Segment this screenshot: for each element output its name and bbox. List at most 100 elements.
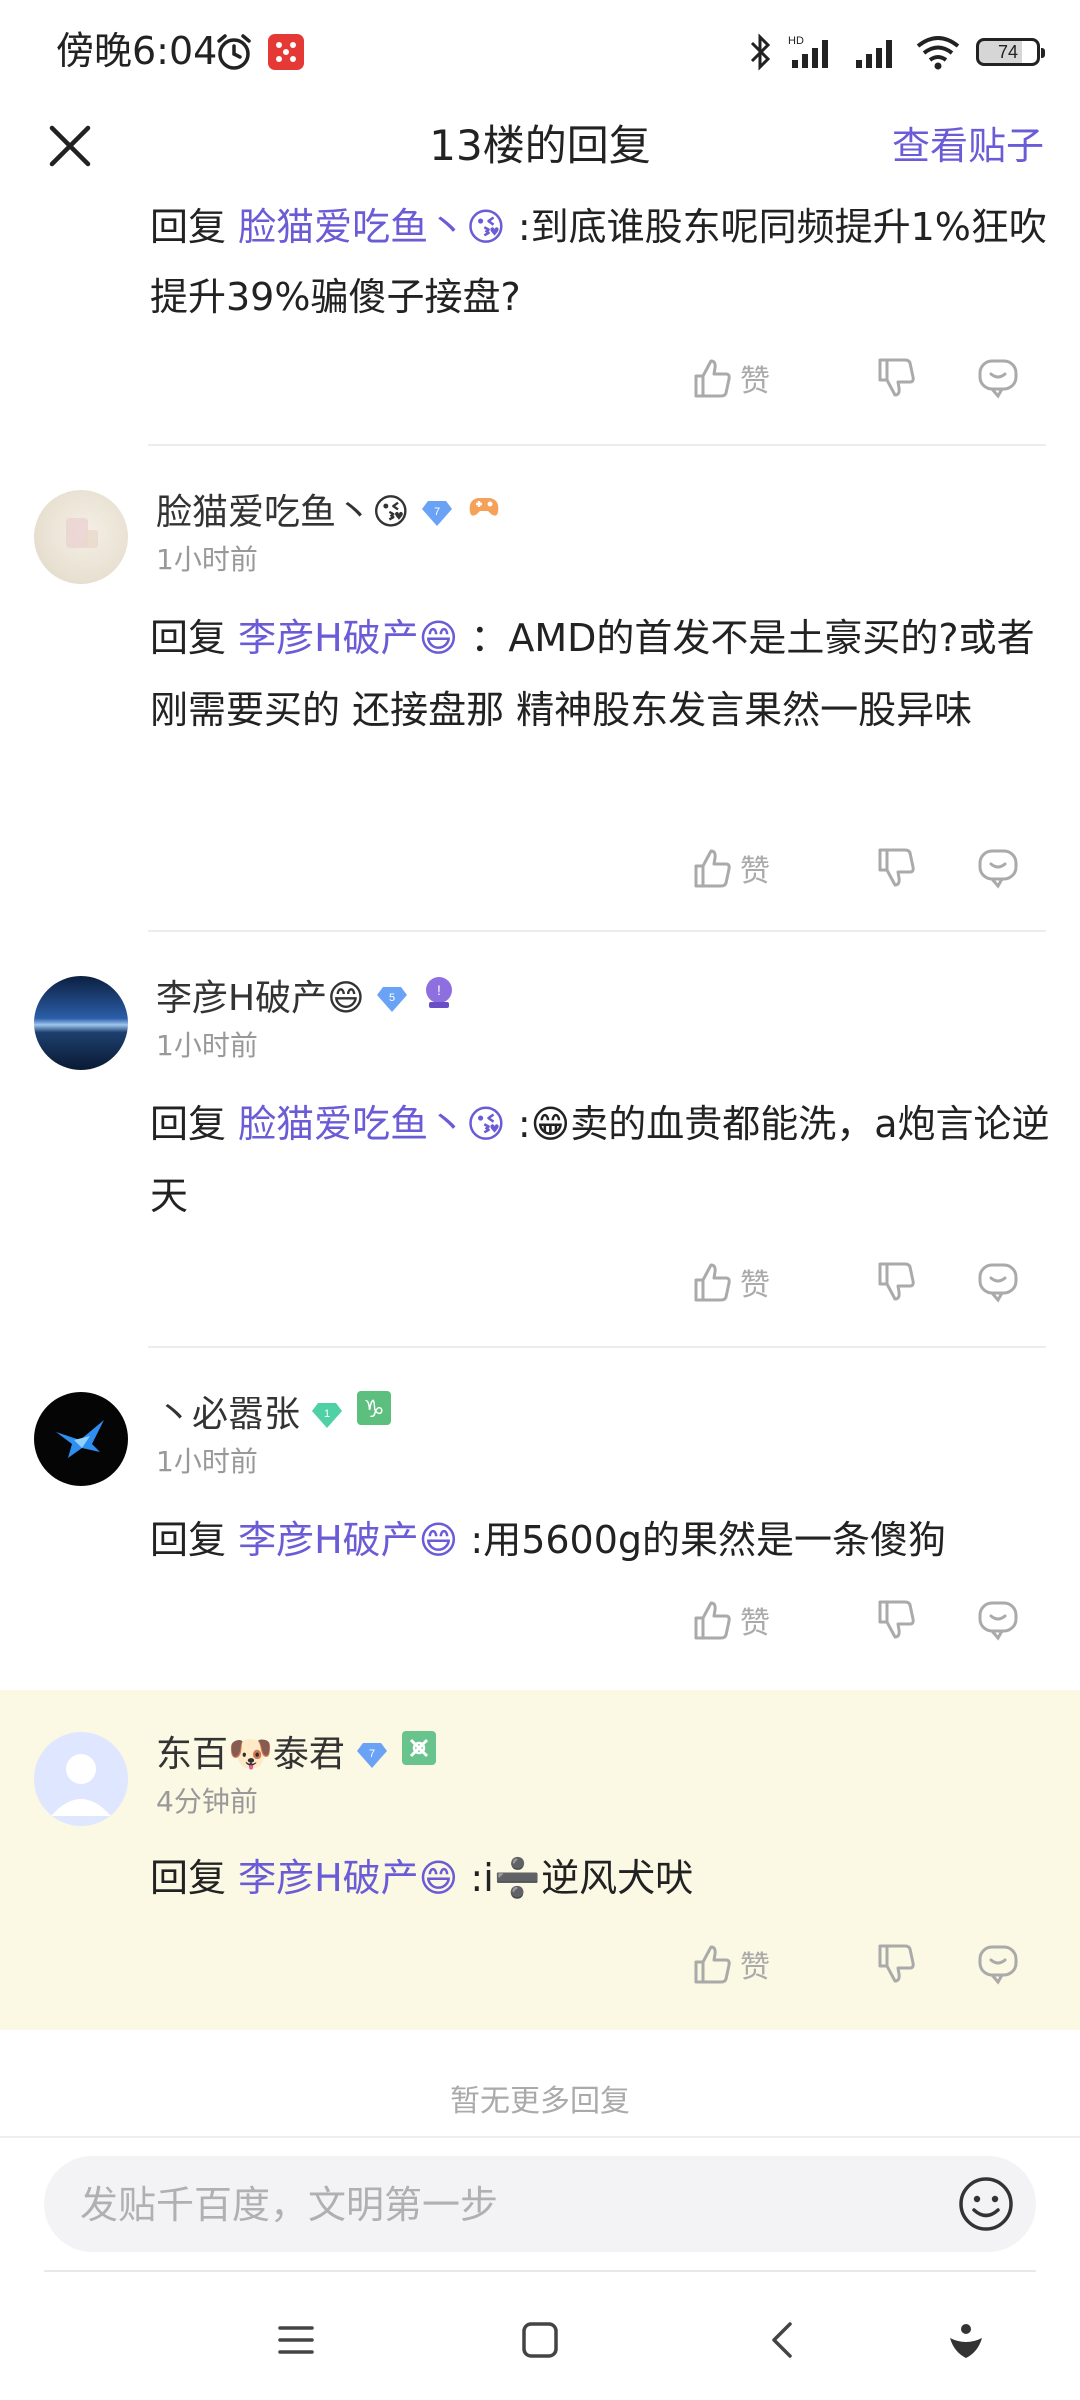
username-text: 东百🐶泰君 [156, 1733, 345, 1775]
signal-hd-icon: HD [788, 35, 828, 68]
comment-icon [978, 359, 1018, 399]
dislike-button[interactable] [850, 356, 942, 400]
status-bar: 傍晚6:04 HD 74 [0, 0, 1080, 100]
thumbs-up-icon [694, 1263, 731, 1302]
reply-item: 回复 脸猫爱吃鱼丶😘 :到底谁股东呢同频提升1%狂吹提升39%骗傻子接盘? 赞 [0, 192, 1080, 446]
reply-item: 丶必嚣张 1 ♑ 1小时前 回复 李彦H破产😄 :用5600g的果然是一条傻狗 … [0, 1348, 1080, 1688]
avatar[interactable] [34, 1392, 128, 1486]
capricorn-badge-icon: ♑ [354, 1388, 394, 1441]
thumbs-down-icon [878, 848, 915, 887]
reply-body: :i➗逆风犬吠 [458, 1856, 694, 1900]
reply-input-container [44, 2156, 1036, 2254]
dislike-button[interactable] [850, 1260, 942, 1304]
divider [44, 2270, 1036, 2272]
thumbs-down-icon [878, 1262, 915, 1301]
mention-link[interactable]: 脸猫爱吃鱼丶😘 [238, 205, 506, 249]
level-badge: 7 [420, 498, 454, 528]
comment-button[interactable] [952, 356, 1044, 400]
thumbs-down-icon [878, 1944, 915, 1983]
comment-icon [978, 1601, 1018, 1641]
reply-prefix: 回复 [150, 616, 227, 660]
reply-body: :用5600g的果然是一条傻狗 [458, 1518, 947, 1562]
alarm-icon [217, 34, 251, 70]
thumbs-up-icon [694, 1601, 731, 1640]
level-number: 7 [369, 1748, 375, 1760]
avatar[interactable] [34, 490, 128, 584]
home-square-icon[interactable] [510, 2310, 570, 2370]
level-badge: 5 [375, 984, 409, 1014]
like-button[interactable]: 赞 [690, 1598, 830, 1642]
level-number: 7 [433, 506, 439, 518]
like-button[interactable]: 赞 [690, 1942, 830, 1986]
level-number: 1 [324, 1408, 330, 1420]
back-chevron-icon[interactable] [754, 2310, 814, 2370]
timestamp: 1小时前 [156, 1029, 258, 1062]
view-post-link[interactable]: 查看贴子 [892, 120, 1044, 172]
username-text: 丶必嚣张 [156, 1393, 301, 1435]
avatar[interactable] [34, 1732, 128, 1826]
no-more-replies-text: 暂无更多回复 [450, 2084, 630, 2119]
timestamp: 4分钟前 [156, 1785, 258, 1818]
header: 13楼的回复 查看贴子 [0, 100, 1080, 192]
crystal-badge-icon: ! [419, 972, 459, 1025]
comment-button[interactable] [952, 1598, 1044, 1642]
action-bar: 赞 [690, 1256, 1044, 1308]
ornament-badge-icon [399, 1728, 439, 1781]
system-navigation-bar [0, 2290, 1080, 2400]
reply-prefix: 回复 [150, 1102, 227, 1146]
smiley-icon[interactable] [956, 2174, 1016, 2234]
like-button[interactable]: 赞 [690, 356, 830, 400]
mention-link[interactable]: 李彦H破产😄 [238, 616, 458, 660]
status-time: 傍晚6:04 [56, 29, 218, 73]
reply-text: 回复 李彦H破产😄 :用5600g的果然是一条傻狗 [150, 1504, 1050, 1576]
dislike-button[interactable] [850, 846, 942, 890]
like-button[interactable]: 赞 [690, 1260, 830, 1304]
username[interactable]: 李彦H破产😄 5 ! [156, 972, 459, 1025]
like-label: 赞 [740, 854, 770, 889]
thumbs-down-icon [878, 358, 915, 397]
reply-text: 回复 脸猫爱吃鱼丶😘 :😁卖的血贵都能洗，a炮言论逆天 [150, 1088, 1050, 1232]
assistant-icon[interactable] [936, 2310, 996, 2370]
battery-indicator: 74 [976, 38, 1045, 66]
username[interactable]: 丶必嚣张 1 ♑ [156, 1388, 394, 1441]
comment-icon [978, 849, 1018, 889]
svg-text:♑: ♑ [363, 1395, 385, 1423]
thumbs-up-icon [694, 849, 731, 888]
game-badge-icon [464, 486, 504, 539]
reply-prefix: 回复 [150, 205, 227, 249]
reply-prefix: 回复 [150, 1856, 227, 1900]
signal-icon [856, 40, 892, 68]
username[interactable]: 东百🐶泰君 7 [156, 1728, 439, 1781]
thumbs-up-icon [694, 359, 731, 398]
reply-item: 脸猫爱吃鱼丶😘 7 1小时前 回复 李彦H破产😄 ：AMD的首发不是土豪买的?或… [0, 446, 1080, 932]
comment-button[interactable] [952, 1942, 1044, 1986]
avatar[interactable] [34, 976, 128, 1070]
like-label: 赞 [740, 1268, 770, 1303]
like-button[interactable]: 赞 [690, 846, 830, 890]
mention-link[interactable]: 李彦H破产😄 [238, 1856, 458, 1900]
action-bar: 赞 [690, 352, 1044, 404]
dislike-button[interactable] [850, 1598, 942, 1642]
mention-link[interactable]: 李彦H破产😄 [238, 1518, 458, 1562]
timestamp: 1小时前 [156, 1445, 258, 1478]
bluetooth-icon [750, 33, 771, 71]
comment-icon [978, 1263, 1018, 1303]
reply-input[interactable] [78, 2156, 942, 2254]
svg-text:!: ! [437, 982, 441, 998]
reply-text: 回复 脸猫爱吃鱼丶😘 :到底谁股东呢同频提升1%狂吹提升39%骗傻子接盘? [150, 192, 1050, 332]
comment-button[interactable] [952, 1260, 1044, 1304]
reply-prefix: 回复 [150, 1518, 227, 1562]
like-label: 赞 [740, 1606, 770, 1641]
reply-text: 回复 李彦H破产😄 ：AMD的首发不是土豪买的?或者刚需要买的 还接盘那 精神股… [150, 602, 1050, 746]
username-text: 李彦H破产😄 [156, 977, 365, 1019]
comment-button[interactable] [952, 846, 1044, 890]
username-text: 脸猫爱吃鱼丶😘 [156, 491, 410, 533]
menu-icon[interactable] [266, 2310, 326, 2370]
wifi-icon [916, 36, 960, 70]
mention-link[interactable]: 脸猫爱吃鱼丶😘 [238, 1102, 506, 1146]
username[interactable]: 脸猫爱吃鱼丶😘 7 [156, 486, 504, 539]
like-label: 赞 [740, 1950, 770, 1985]
dislike-button[interactable] [850, 1942, 942, 1986]
reply-item-highlighted: 东百🐶泰君 7 4分钟前 回复 李彦H破产😄 :i➗逆风犬吠 赞 [0, 1690, 1080, 2030]
thumbs-up-icon [694, 1945, 731, 1984]
